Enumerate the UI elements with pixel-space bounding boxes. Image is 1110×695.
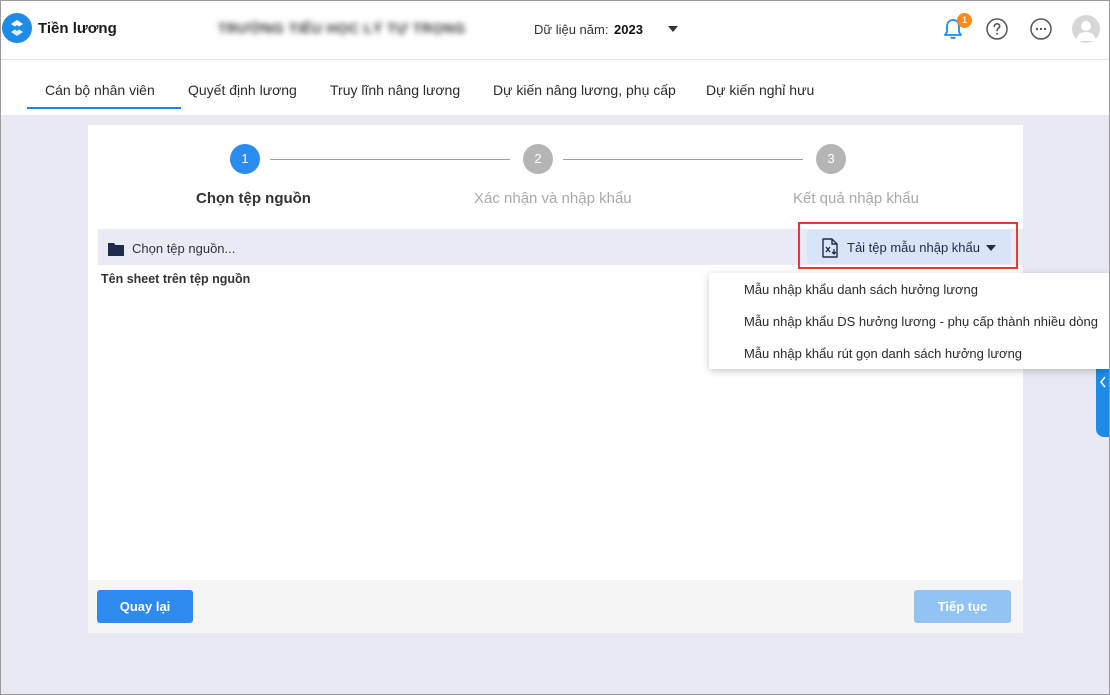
menu-item-template-multiline[interactable]: Mẫu nhập khẩu DS hưởng lương - phụ cấp t… — [744, 314, 1098, 329]
school-name: TRƯỜNG TIỂU HỌC LÝ TỰ TRỌNG — [218, 20, 466, 36]
app-logo-icon[interactable] — [2, 13, 32, 43]
side-panel-toggle[interactable] — [1096, 360, 1110, 437]
folder-icon[interactable] — [108, 242, 124, 259]
step-2-indicator: 2 — [523, 144, 553, 174]
download-template-label: Tải tệp mẫu nhập khẩu — [847, 240, 980, 255]
back-button[interactable]: Quay lại — [97, 590, 193, 623]
top-header: Tiền lương TRƯỜNG TIỂU HỌC LÝ TỰ TRỌNG D… — [0, 0, 1110, 60]
tab-can-bo-nhan-vien[interactable]: Cán bộ nhân viên — [27, 82, 181, 109]
menu-item-template-short[interactable]: Mẫu nhập khẩu rút gọn danh sách hưởng lư… — [744, 346, 1022, 361]
step-2-label: Xác nhận và nhập khẩu — [474, 190, 632, 207]
template-dropdown-menu: Mẫu nhập khẩu danh sách hưởng lương Mẫu … — [709, 273, 1110, 369]
step-connector — [270, 159, 510, 160]
tab-quyet-dinh-luong[interactable]: Quyết định lương — [188, 82, 297, 98]
chevron-down-icon[interactable] — [668, 26, 678, 32]
tab-du-kien-nghi-huu[interactable]: Dự kiến nghỉ hưu — [706, 82, 814, 98]
tab-bar: Cán bộ nhân viên Quyết định lương Truy l… — [0, 60, 1110, 115]
next-button[interactable]: Tiếp tục — [914, 590, 1011, 623]
tab-truy-linh-nang-luong[interactable]: Truy lĩnh nâng lương — [330, 82, 460, 98]
menu-item-template-full[interactable]: Mẫu nhập khẩu danh sách hưởng lương — [744, 282, 978, 297]
step-1-label: Chọn tệp nguồn — [196, 190, 311, 207]
import-wizard: 1 2 3 Chọn tệp nguồn Xác nhận và nhập kh… — [88, 125, 1023, 633]
step-3-label: Kết quả nhập khẩu — [793, 190, 919, 207]
avatar-icon[interactable] — [1072, 15, 1100, 43]
more-icon[interactable] — [1029, 17, 1053, 41]
help-icon[interactable] — [985, 17, 1009, 41]
notification-badge: 1 — [957, 13, 972, 28]
choose-source-file[interactable]: Chọn tệp nguồn... — [132, 241, 235, 256]
year-select[interactable]: 2023 — [614, 22, 643, 37]
download-template-button[interactable]: Tải tệp mẫu nhập khẩu — [807, 230, 1011, 264]
step-3-indicator: 3 — [816, 144, 846, 174]
chevron-left-icon — [1099, 376, 1106, 388]
caret-down-icon — [986, 245, 996, 251]
wizard-footer: Quay lại Tiếp tục — [88, 580, 1023, 633]
year-label: Dữ liệu năm: — [534, 22, 609, 37]
step-1-indicator: 1 — [230, 144, 260, 174]
sheet-name-label: Tên sheet trên tệp nguồn — [101, 272, 251, 286]
app-title: Tiền lương — [38, 20, 117, 37]
excel-file-icon — [821, 238, 839, 261]
tab-du-kien-nang-luong[interactable]: Dự kiến nâng lương, phụ cấp — [493, 82, 676, 98]
step-connector — [563, 159, 803, 160]
